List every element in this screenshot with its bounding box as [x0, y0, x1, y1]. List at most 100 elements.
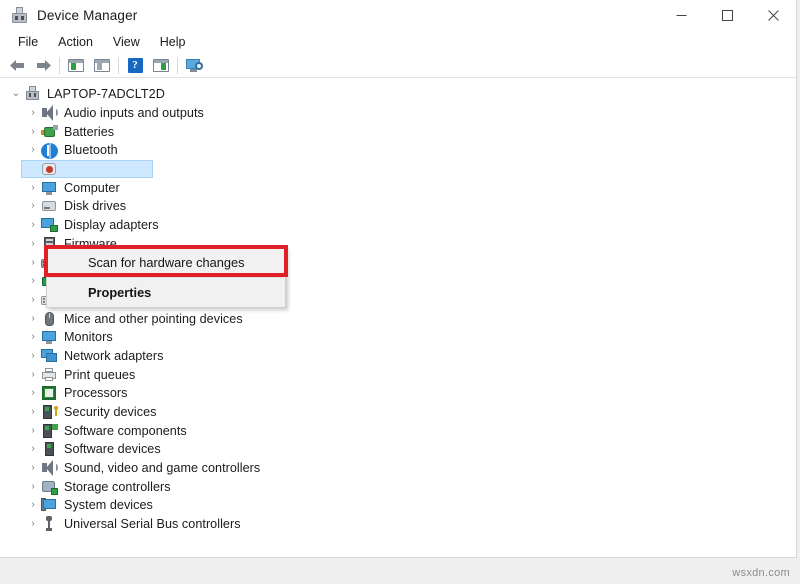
tree-item[interactable]: › Bluetooth [0, 141, 796, 160]
context-menu[interactable]: Scan for hardware changes Properties [46, 247, 286, 308]
menu-file[interactable]: File [8, 33, 48, 51]
monitor-icon [41, 180, 58, 196]
processor-icon [41, 385, 58, 401]
device-tree[interactable]: ⌄ LAPTOP-7ADCLT2D › Audio inputs and outp… [0, 78, 796, 557]
tree-item[interactable]: › Universal Serial Bus controllers [0, 515, 796, 534]
tree-item[interactable]: › Display adapters [0, 216, 796, 235]
tree-item[interactable]: › Security devices [0, 403, 796, 422]
back-arrow-icon[interactable] [4, 54, 30, 76]
expander-icon[interactable]: › [25, 126, 41, 137]
tree-item-label: Monitors [64, 330, 113, 345]
expander-icon[interactable]: › [25, 369, 41, 380]
maximize-button[interactable] [704, 0, 750, 31]
expander-icon[interactable]: › [25, 145, 41, 155]
tree-item-label: Sound, video and game controllers [64, 461, 261, 476]
tree-root-node[interactable]: ⌄ LAPTOP-7ADCLT2D [0, 85, 796, 104]
storage-controller-icon [41, 479, 58, 495]
expander-icon[interactable]: › [25, 481, 41, 492]
toolbar-separator [59, 56, 60, 74]
menu-help[interactable]: Help [150, 33, 196, 51]
usb-icon [41, 516, 58, 532]
tree-item[interactable]: ›Cameras [0, 159, 796, 179]
expander-icon[interactable]: › [25, 407, 41, 417]
window-controls [658, 0, 796, 31]
tree-item-label: Software components [64, 423, 187, 438]
tree-item-label: Batteries [64, 124, 115, 139]
menu-bar: File Action View Help [0, 31, 796, 53]
scan-hardware-changes-icon[interactable] [181, 54, 207, 76]
camera-icon [41, 161, 58, 177]
bluetooth-icon [41, 142, 58, 159]
expander-icon[interactable]: › [25, 425, 41, 436]
expander-icon[interactable]: › [25, 500, 41, 510]
update-driver-icon[interactable] [148, 54, 174, 76]
expander-icon[interactable]: ⌄ [8, 89, 24, 99]
minimize-button[interactable] [658, 0, 704, 31]
software-component-icon [41, 423, 58, 439]
tree-item[interactable]: › Audio inputs and outputs [0, 104, 796, 123]
expander-icon[interactable]: › [25, 238, 41, 249]
disk-icon [41, 198, 58, 214]
expander-icon[interactable]: › [25, 332, 41, 342]
speaker-icon [41, 460, 58, 477]
software-device-icon [41, 441, 58, 457]
show-hide-console-tree-icon[interactable] [63, 54, 89, 76]
tree-item-label: Disk drives [64, 199, 127, 214]
tree-item[interactable]: › Processors [0, 384, 796, 403]
help-icon[interactable]: ? [122, 54, 148, 76]
tree-root-label: LAPTOP-7ADCLT2D [47, 87, 165, 102]
computer-icon [24, 86, 41, 102]
tree-item-label: Audio inputs and outputs [64, 106, 204, 121]
battery-icon [41, 124, 58, 140]
properties-icon[interactable] [89, 54, 115, 76]
tree-item-list: › Audio inputs and outputs › Batteries › Blue… [0, 104, 796, 534]
expander-icon[interactable]: › [25, 350, 41, 361]
system-device-icon [41, 497, 58, 513]
display-adapter-icon [41, 217, 58, 233]
network-adapter-icon [41, 348, 58, 364]
window-title: Device Manager [37, 8, 138, 23]
expander-icon[interactable]: › [25, 463, 41, 473]
toolbar-separator [177, 56, 178, 74]
expander-icon[interactable]: › [25, 257, 41, 268]
context-menu-item-properties[interactable]: Properties [47, 278, 285, 307]
tree-item[interactable]: › System devices [0, 496, 796, 515]
expander-icon[interactable]: › [25, 313, 41, 324]
tree-item[interactable]: › Monitors [0, 328, 796, 347]
tree-item[interactable]: › Software devices [0, 440, 796, 459]
watermark: wsxdn.com [732, 567, 790, 579]
expander-icon[interactable]: › [25, 182, 41, 193]
expander-icon[interactable]: › [25, 388, 41, 398]
monitor-icon [41, 329, 58, 345]
tree-item[interactable]: › Mice and other pointing devices [0, 309, 796, 328]
expander-icon[interactable]: › [25, 294, 41, 305]
security-device-icon [41, 404, 58, 420]
title-bar: Device Manager [0, 0, 796, 31]
printer-icon [41, 367, 58, 383]
expander-icon[interactable]: › [25, 444, 41, 454]
expander-icon[interactable]: › [25, 519, 41, 529]
expander-icon[interactable]: › [25, 108, 41, 118]
tree-item-label: Print queues [64, 367, 136, 382]
expander-icon[interactable]: › [25, 276, 41, 286]
menu-view[interactable]: View [103, 33, 150, 51]
device-manager-window: Device Manager File Action View Help ? ⌄… [0, 0, 797, 558]
expander-icon[interactable]: › [25, 201, 41, 211]
speaker-icon [41, 105, 58, 122]
tree-item-label: Universal Serial Bus controllers [64, 517, 241, 532]
tree-item[interactable]: › Print queues [0, 365, 796, 384]
tree-item[interactable]: › Software components [0, 421, 796, 440]
tree-item[interactable]: › Network adapters [0, 347, 796, 366]
tree-item[interactable]: › Computer [0, 178, 796, 197]
menu-action[interactable]: Action [48, 33, 103, 51]
expander-icon[interactable]: › [25, 220, 41, 230]
tree-item[interactable]: › Storage controllers [0, 477, 796, 496]
forward-arrow-icon[interactable] [30, 54, 56, 76]
tree-item[interactable]: › Disk drives [0, 197, 796, 216]
tree-item-label: Mice and other pointing devices [64, 311, 243, 326]
context-menu-item-scan[interactable]: Scan for hardware changes [47, 248, 285, 277]
tree-item[interactable]: › Sound, video and game controllers [0, 459, 796, 478]
close-button[interactable] [750, 0, 796, 31]
tree-item[interactable]: › Batteries [0, 122, 796, 141]
tree-item-label: System devices [64, 498, 153, 513]
